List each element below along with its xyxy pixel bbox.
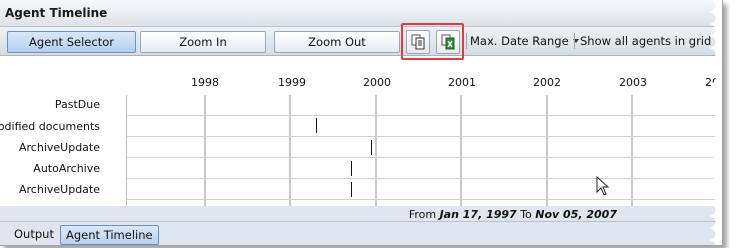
window-title: Agent Timeline — [5, 6, 108, 20]
row-divider — [126, 199, 722, 200]
agent-row-label: PastDue — [54, 98, 100, 111]
year-label: 2000 — [363, 76, 391, 89]
agent-row-label: and modified documents — [0, 120, 100, 133]
mouse-pointer-icon — [596, 176, 610, 196]
agent-run-mark[interactable] — [371, 140, 372, 155]
range-to-date: Nov 05, 2007 — [535, 208, 617, 221]
timeline-canvas[interactable]: 1998 1999 2000 2001 2002 2003 200 PastDu… — [0, 56, 722, 207]
year-label: 2003 — [619, 76, 647, 89]
agent-run-mark[interactable] — [351, 182, 352, 197]
range-to-label: To — [520, 208, 532, 221]
row-divider — [126, 178, 722, 179]
row-divider — [126, 115, 722, 116]
agent-row-label: ArchiveUpdate — [19, 183, 100, 196]
year-gridline — [631, 95, 633, 207]
date-range-bar: From Jan 17, 1997 To Nov 05, 2007 — [0, 206, 722, 221]
agent-run-mark[interactable] — [316, 118, 317, 133]
range-from-label: From — [408, 208, 437, 221]
date-range-text: From Jan 17, 1997 To Nov 05, 2007 — [409, 208, 617, 221]
range-from-date: Jan 17, 1997 — [439, 208, 517, 221]
year-gridline — [204, 95, 206, 207]
year-label: 1998 — [191, 76, 219, 89]
row-divider — [126, 136, 722, 137]
year-label: 2002 — [533, 76, 561, 89]
year-gridline — [546, 95, 548, 207]
date-range-label: Max. Date Range — [470, 34, 569, 48]
agent-row-label: AutoArchive — [33, 162, 100, 175]
agent-run-mark[interactable] — [351, 161, 352, 176]
year-label: 2001 — [448, 76, 476, 89]
year-gridline — [375, 95, 377, 207]
toolbar-separator — [466, 33, 467, 49]
agent-timeline-window: Agent Timeline Agent Selector Zoom In Zo… — [0, 0, 723, 246]
row-divider — [126, 157, 722, 158]
tab-output[interactable]: Output — [9, 225, 59, 243]
toolbar-separator — [574, 33, 575, 49]
bottom-tab-bar: Output Agent Timeline — [0, 221, 722, 245]
agent-selector-button[interactable]: Agent Selector — [7, 31, 136, 53]
date-range-dropdown[interactable]: Max. Date Range — [470, 32, 579, 50]
zoom-out-button[interactable]: Zoom Out — [274, 31, 400, 53]
year-gridline — [460, 95, 462, 207]
year-gridline — [289, 95, 291, 207]
toolbar: Agent Selector Zoom In Zoom Out Max. Dat… — [0, 27, 722, 56]
timeline-left-border — [126, 95, 127, 207]
torn-edge — [710, 0, 722, 245]
zoom-in-button[interactable]: Zoom In — [140, 31, 266, 53]
grid-mode-dropdown[interactable]: Show all agents in grid — [580, 32, 722, 50]
year-label: 1999 — [278, 76, 306, 89]
title-bar: Agent Timeline — [0, 0, 722, 27]
grid-mode-label: Show all agents in grid — [580, 34, 712, 48]
tab-agent-timeline[interactable]: Agent Timeline — [60, 225, 159, 245]
highlight-box — [401, 23, 464, 60]
agent-row-label: ArchiveUpdate — [19, 141, 100, 154]
